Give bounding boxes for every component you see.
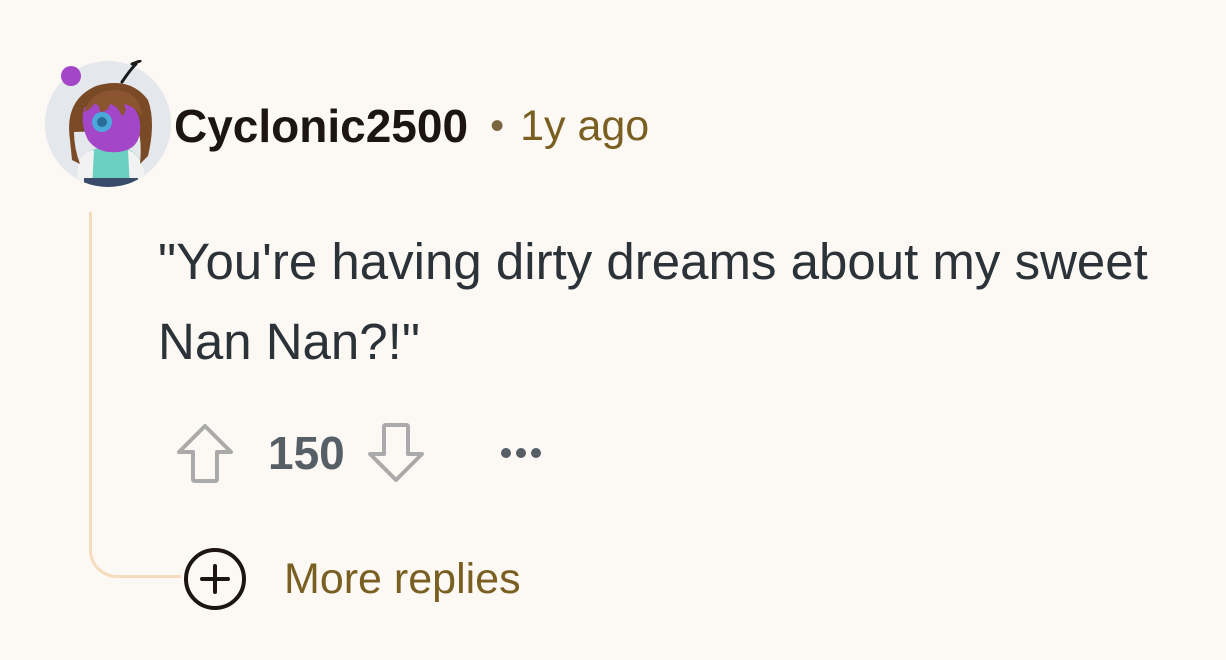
separator-dot: • [490, 103, 505, 148]
arrow-down-icon [367, 423, 424, 482]
downvote-button[interactable] [361, 418, 431, 488]
ellipsis-icon [500, 448, 541, 458]
plus-circle-icon [184, 548, 246, 610]
more-replies-button[interactable]: More replies [182, 546, 521, 612]
comment-actions: 150 [170, 418, 551, 488]
upvote-button[interactable] [170, 418, 240, 488]
comment-header: Cyclonic2500 • 1y ago [174, 96, 649, 156]
username-link[interactable]: Cyclonic2500 [174, 99, 468, 153]
user-avatar-icon[interactable] [44, 59, 172, 188]
comment-timestamp[interactable]: 1y ago [520, 102, 649, 151]
comment-body: "You're having dirty dreams about my swe… [158, 233, 1148, 370]
more-options-button[interactable] [491, 418, 551, 488]
vote-count: 150 [268, 427, 345, 479]
more-replies-label: More replies [284, 554, 521, 603]
arrow-up-icon [177, 424, 233, 483]
